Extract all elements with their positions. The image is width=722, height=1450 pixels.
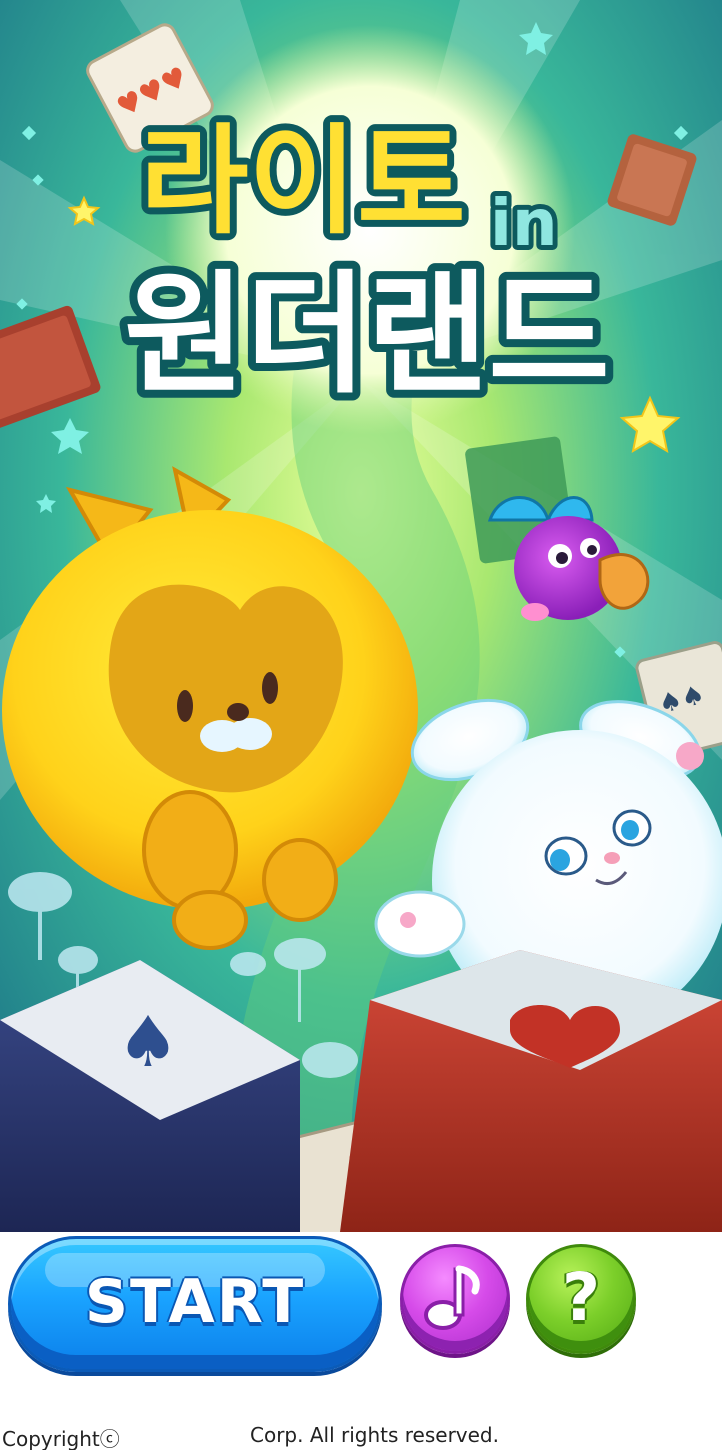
question-mark-icon: ? — [561, 1259, 601, 1336]
heart-block — [340, 950, 722, 1232]
start-button-label: START — [84, 1267, 306, 1337]
title-illustration: ♥♥♥ ♠♠ ♥ — [0, 0, 722, 1232]
help-button[interactable]: ? — [526, 1244, 636, 1354]
logo-line2: 원더랜드 — [124, 258, 610, 412]
copyright-notice: Corp. All rights reserved. — [250, 1423, 499, 1447]
start-button[interactable]: START — [8, 1236, 382, 1372]
copyright-label: Copyrightⓒ — [2, 1427, 120, 1450]
svg-text:♠: ♠ — [117, 1001, 180, 1083]
music-button[interactable] — [400, 1244, 510, 1354]
logo-line1: 라이토 — [140, 112, 466, 250]
title-screen: ♥♥♥ ♠♠ ♥ — [0, 0, 722, 1450]
music-note-icon — [424, 1265, 480, 1330]
logo-in: in — [490, 187, 558, 261]
